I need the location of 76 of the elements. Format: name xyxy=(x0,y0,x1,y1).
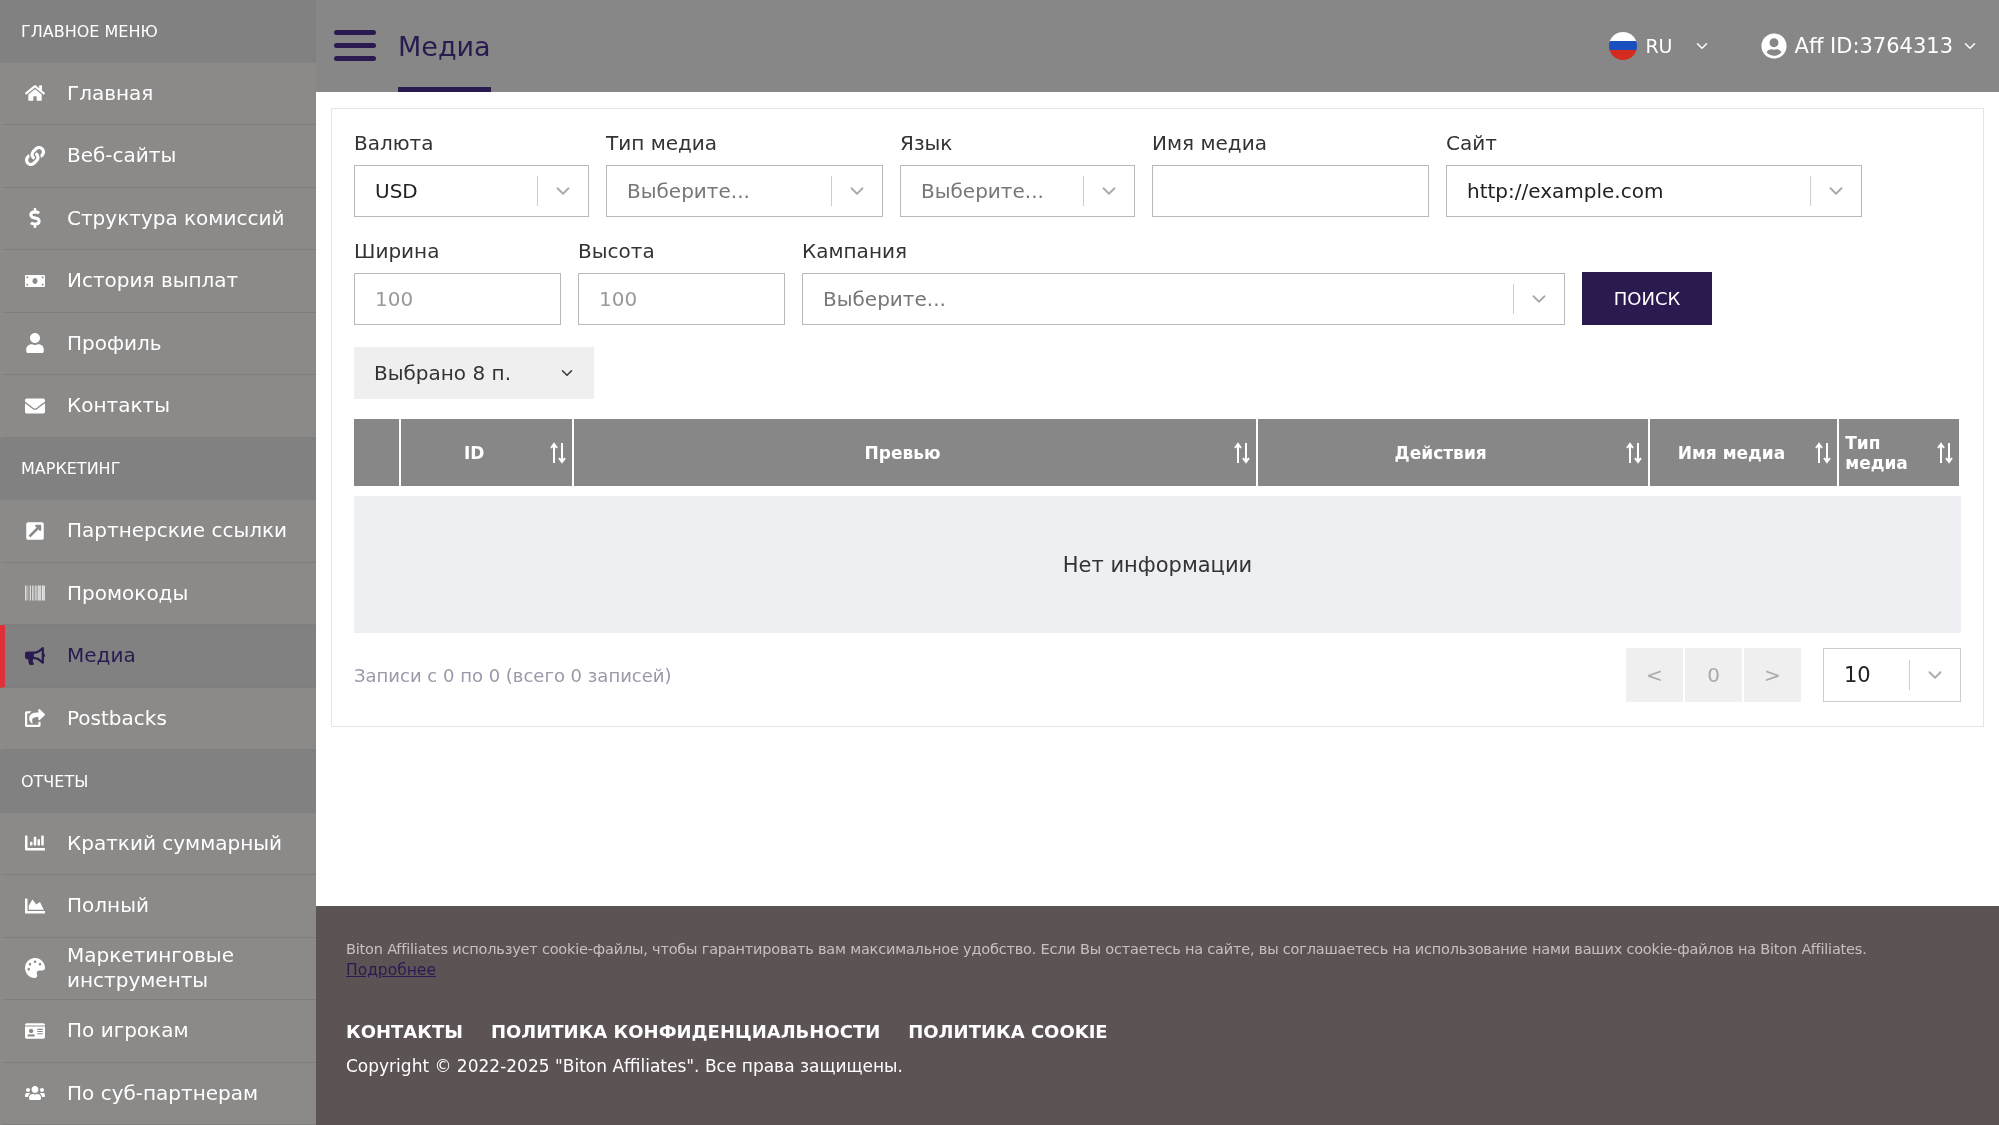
column-header[interactable]: Превью xyxy=(573,419,1258,486)
select-field[interactable]: Выберите... xyxy=(802,273,1565,325)
account-menu[interactable]: Aff ID:3764313 xyxy=(1760,33,1979,59)
sidebar-item-label: Контакты xyxy=(67,393,170,419)
sort-icon[interactable] xyxy=(1937,441,1953,464)
sidebar-item-label: По игрокам xyxy=(67,1018,189,1044)
field-label: Ширина xyxy=(354,239,441,263)
field-label: Сайт xyxy=(1446,131,1498,155)
field-label: Кампания xyxy=(802,239,908,263)
next-page-button[interactable]: > xyxy=(1744,648,1801,702)
column-header[interactable]: ID xyxy=(400,419,574,486)
field-label: Высота xyxy=(578,239,656,263)
sidebar-item-label: Полный xyxy=(67,893,149,919)
sidebar-item-label: Медиа xyxy=(67,643,136,669)
input-field[interactable]: 100 xyxy=(354,273,561,325)
external-link-icon xyxy=(23,520,47,541)
table-header-cell xyxy=(354,419,401,486)
select-field[interactable]: Выберите... xyxy=(900,165,1135,217)
sort-icon[interactable] xyxy=(1625,441,1642,464)
sidebar-item-label: Профиль xyxy=(67,330,162,356)
sidebar-item-label: История выплат xyxy=(67,268,239,294)
sidebar-item-label: Структура комиссий xyxy=(67,205,285,231)
sidebar-item-label: Postbacks xyxy=(67,705,167,731)
link-icon xyxy=(23,145,47,166)
sort-icon[interactable] xyxy=(1815,441,1832,464)
sort-icon[interactable] xyxy=(549,441,566,464)
select-field[interactable]: USD xyxy=(354,165,589,217)
copyright-text: Copyright © 2022-2025 "Biton Affiliates". Все права защищены. xyxy=(346,1055,904,1076)
sidebar-section-title: ГЛАВНОЕ МЕНЮ xyxy=(0,0,316,63)
user-icon xyxy=(1760,33,1787,59)
sidebar-section-title: ОТЧЕТЫ xyxy=(0,750,316,813)
column-header[interactable]: Имя медиа xyxy=(1649,419,1840,486)
select-field[interactable]: http://example.com xyxy=(1446,165,1862,217)
menu-icon[interactable] xyxy=(334,30,376,62)
footer-link[interactable]: ПОЛИТИКА КОНФИДЕНЦИАЛЬНОСТИ xyxy=(490,1020,881,1042)
field-label: Тип медиа xyxy=(606,131,719,155)
field-label: Язык xyxy=(900,131,954,155)
input-field[interactable]: 100 xyxy=(578,273,785,325)
share-icon xyxy=(23,708,47,729)
column-header[interactable]: Тип медиа xyxy=(1839,419,1961,486)
id-card-icon xyxy=(23,1020,47,1041)
input-field[interactable] xyxy=(1152,165,1429,217)
page-size-select[interactable]: 10 xyxy=(1823,648,1961,702)
footer-link[interactable]: ПОЛИТИКА COOKIE xyxy=(908,1020,1108,1042)
sidebar-item-label: Маркетинговые инструменты xyxy=(67,943,235,994)
language-selector[interactable]: RU xyxy=(1609,32,1711,60)
select-field[interactable]: Выберите... xyxy=(606,165,883,217)
column-header[interactable]: Действия xyxy=(1257,419,1650,486)
sidebar-item-label: Партнерские ссылки xyxy=(67,518,288,544)
footer-link[interactable]: КОНТАКТЫ xyxy=(346,1020,463,1042)
sidebar-item-label: Краткий суммарный xyxy=(67,830,283,856)
page-title[interactable]: Медиа xyxy=(398,0,491,92)
palette-icon xyxy=(23,958,47,979)
megaphone-icon xyxy=(23,645,47,666)
sidebar-item-label: Веб-сайты xyxy=(67,143,177,169)
barcode-icon xyxy=(23,583,47,604)
cookie-notice: Biton Affiliates использует cookie-файлы, чтобы гарантировать вам максимальное удобство. Если Вы остаетесь на сайте, вы соглашаетесь на использование нами ваших cookie-файлов на Biton Affiliates. xyxy=(346,940,1868,959)
user-icon xyxy=(23,333,47,354)
empty-message: Нет информации xyxy=(1062,552,1253,577)
sort-icon[interactable] xyxy=(1233,441,1250,464)
more-link[interactable]: Подробнее xyxy=(346,960,436,979)
bar-chart-icon xyxy=(23,833,47,854)
previous-page-button[interactable]: < xyxy=(1626,648,1683,702)
sidebar-item-label: Главная xyxy=(67,80,154,106)
sidebar-item-label: Промокоды xyxy=(67,580,189,606)
flag-icon xyxy=(1609,32,1638,60)
search-button[interactable]: ПОИСК xyxy=(1582,272,1712,325)
sidebar-section-title: МАРКЕТИНГ xyxy=(0,437,316,500)
field-label: Валюта xyxy=(354,131,435,155)
field-label: Имя медиа xyxy=(1152,131,1268,155)
records-info: Записи с 0 по 0 (всего 0 записей) xyxy=(354,664,673,686)
column-selector[interactable]: Выбрано 8 п. xyxy=(354,347,594,399)
page-number-button[interactable]: 0 xyxy=(1685,648,1742,702)
sidebar-item-label: По суб-партнерам xyxy=(67,1080,259,1106)
home-icon xyxy=(23,83,47,104)
sidebar-item[interactable]: Медиа xyxy=(0,625,316,688)
